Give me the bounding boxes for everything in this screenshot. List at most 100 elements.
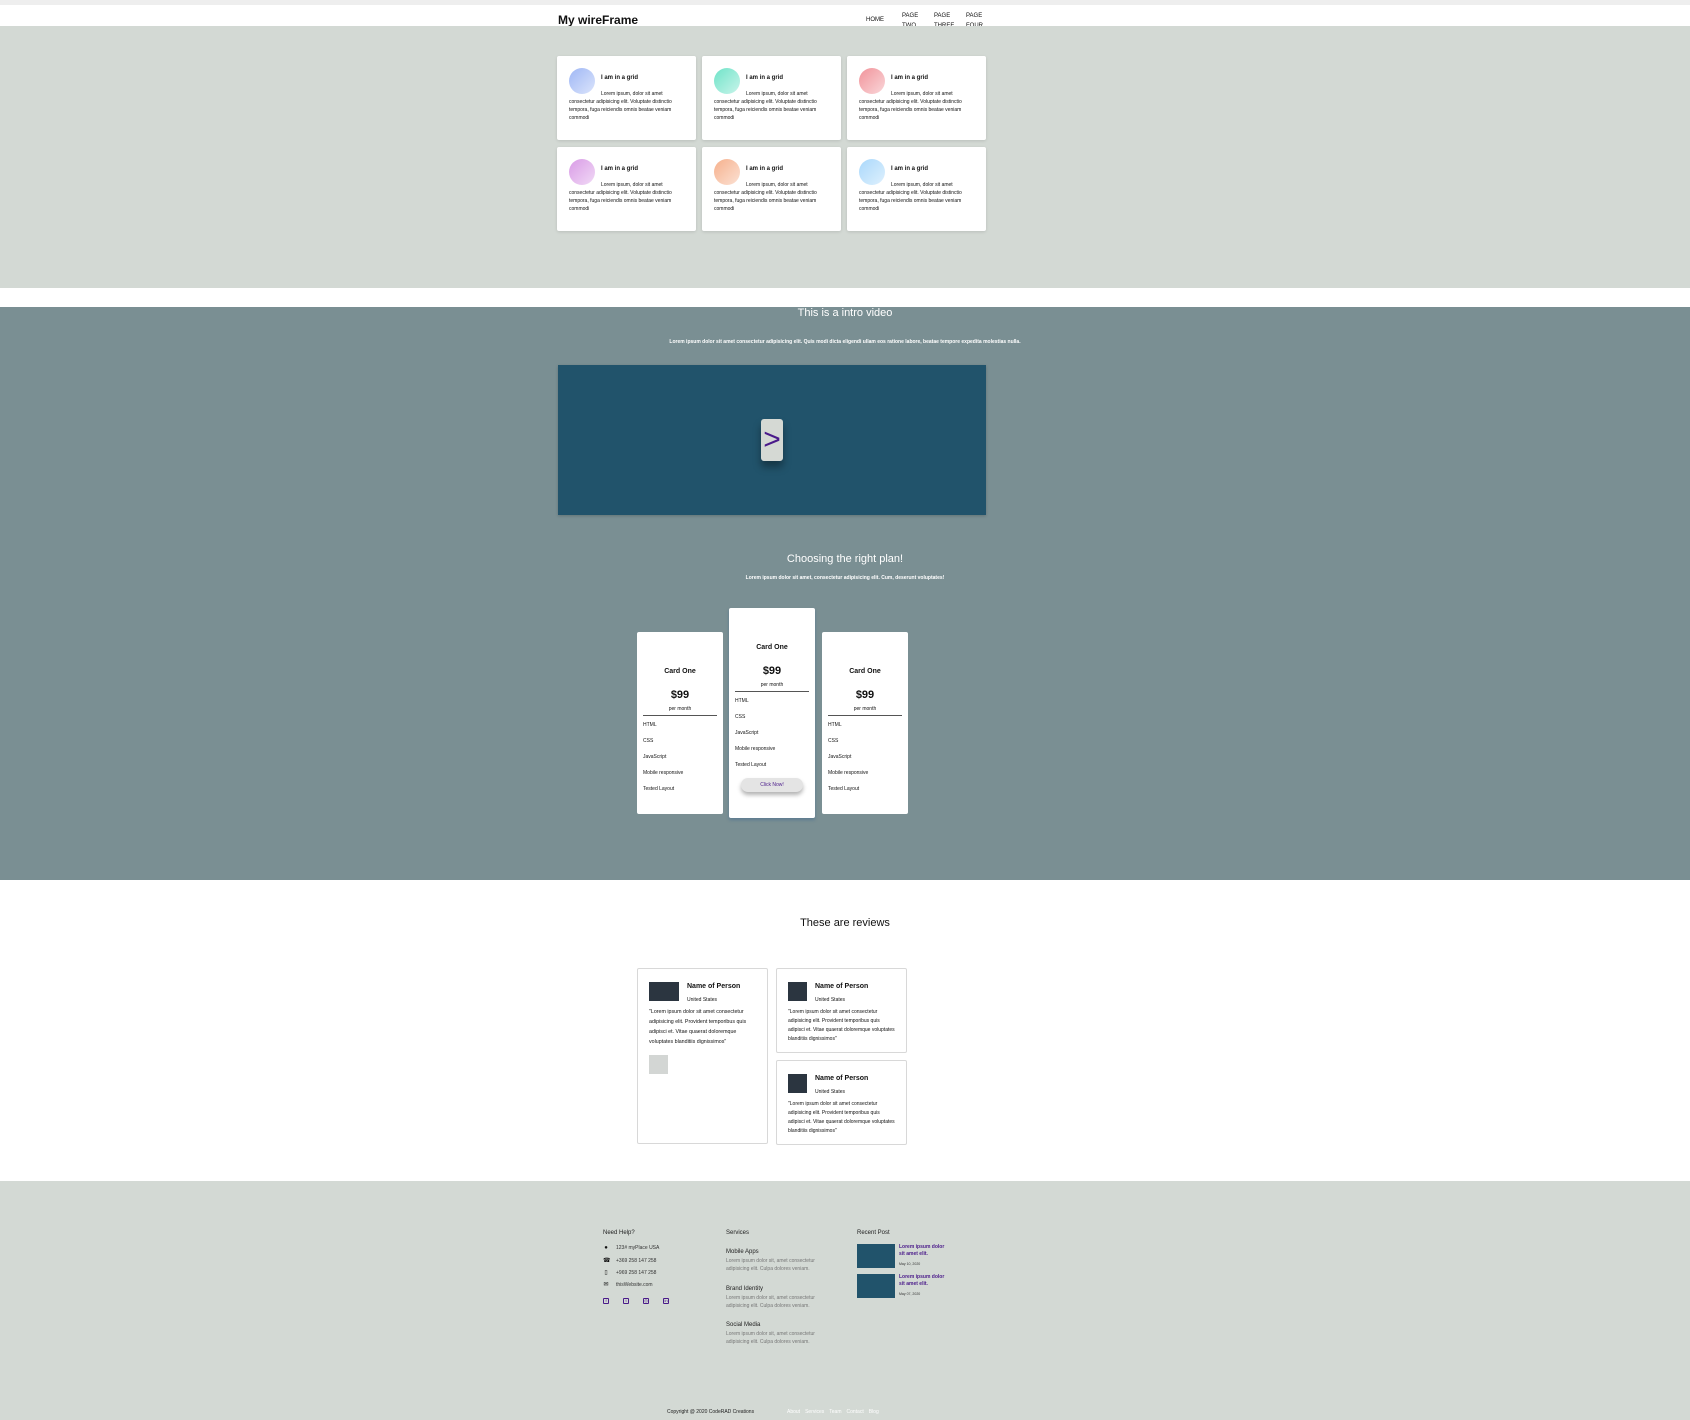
intro-video[interactable]: > bbox=[558, 365, 986, 515]
plan-price: $99 bbox=[855, 689, 875, 701]
grid-card-text: Lorem ipsum, dolor sit amet consectetur … bbox=[859, 91, 962, 121]
plan-price: $99 bbox=[762, 665, 782, 677]
footer-link-services[interactable]: Services bbox=[805, 1409, 824, 1415]
review-text: "Lorem ipsum dolor sit amet consectetur … bbox=[788, 1101, 895, 1134]
reviews-title: These are reviews bbox=[800, 917, 890, 929]
review-text: "Lorem ipsum dolor sit amet consectetur … bbox=[649, 1009, 747, 1045]
grid-card-text: Lorem ipsum, dolor sit amet consectetur … bbox=[714, 182, 817, 212]
feature-item: Tested Layout bbox=[735, 762, 767, 768]
divider bbox=[735, 691, 809, 692]
top-navbar: My wireFrame HOME PAGE TWO PAGE THREE PA… bbox=[0, 0, 1690, 29]
phone-row: ☎ +369 258 147 258 bbox=[603, 1258, 656, 1264]
plans-title: Choosing the right plan! bbox=[786, 553, 904, 565]
click-now-button[interactable]: Click Now! bbox=[741, 778, 803, 792]
feature-item: Mobile responsive bbox=[828, 770, 869, 776]
feature-item: HTML bbox=[643, 722, 657, 728]
facebook-icon[interactable]: f bbox=[603, 1298, 609, 1304]
feature-item: Tested Layout bbox=[828, 786, 860, 792]
grid-card: I am in a grid Lorem ipsum, dolor sit am… bbox=[847, 147, 986, 231]
post-image[interactable] bbox=[857, 1244, 895, 1268]
linkedin-icon[interactable]: in bbox=[663, 1298, 669, 1304]
reviewer-photo bbox=[788, 982, 807, 1001]
feature-item: Mobile responsive bbox=[643, 770, 684, 776]
feature-item: HTML bbox=[735, 698, 749, 704]
reviewer-location: United States bbox=[687, 997, 718, 1003]
divider bbox=[643, 715, 717, 716]
feature-item: JavaScript bbox=[828, 754, 852, 760]
grid-card-title: I am in a grid bbox=[891, 166, 929, 172]
footer-links: About Services Team Contact Blog bbox=[787, 1409, 879, 1415]
map-marker-icon: ● bbox=[604, 1245, 608, 1251]
reviewer-name: Name of Person bbox=[815, 983, 869, 990]
feature-list: HTML CSS JavaScript Mobile responsive Te… bbox=[828, 722, 868, 802]
feature-item: JavaScript bbox=[643, 754, 667, 760]
feature-item: CSS bbox=[643, 738, 654, 744]
play-button[interactable]: > bbox=[761, 419, 783, 461]
grid-card-title: I am in a grid bbox=[746, 166, 784, 172]
service-name: Social Media bbox=[726, 1322, 761, 1328]
post-image[interactable] bbox=[857, 1274, 895, 1298]
footer-link-contact[interactable]: Contact bbox=[847, 1409, 864, 1415]
post-link[interactable]: Lorem ipsum dolor sit amet elit. bbox=[899, 1244, 945, 1258]
video-pricing-section: This is a intro video Lorem ipsum dolor … bbox=[0, 307, 1690, 880]
brand-logo[interactable]: My wireFrame bbox=[558, 13, 638, 27]
feature-item: JavaScript bbox=[735, 730, 759, 736]
pricing-card-featured: Card One $99 per month HTML CSS JavaScri… bbox=[729, 608, 815, 818]
video-title: This is a intro video bbox=[797, 307, 893, 319]
footer-link-about[interactable]: About bbox=[787, 1409, 800, 1415]
email-text[interactable]: thisWebsite.com bbox=[616, 1282, 653, 1288]
help-title: Need Help? bbox=[603, 1230, 635, 1236]
twitter-icon[interactable]: t bbox=[623, 1298, 629, 1304]
card-grid: I am in a grid Lorem ipsum, dolor sit am… bbox=[557, 56, 986, 231]
service-text: Lorem ipsum dolor sit, amet consectetur … bbox=[726, 1331, 815, 1345]
feature-item: CSS bbox=[828, 738, 839, 744]
grid-card-title: I am in a grid bbox=[601, 166, 639, 172]
grid-card-title: I am in a grid bbox=[891, 75, 929, 81]
mobile-row: ▯ +969 258 147 258 bbox=[603, 1270, 656, 1276]
post-link[interactable]: Lorem ipsum dolor sit amet elit. bbox=[899, 1274, 945, 1288]
reviewer-photo bbox=[649, 982, 679, 1001]
phone-text: +369 258 147 258 bbox=[616, 1258, 657, 1264]
feature-item: HTML bbox=[828, 722, 842, 728]
footer-link-team[interactable]: Team bbox=[829, 1409, 841, 1415]
reviewer-location: United States bbox=[815, 1089, 846, 1095]
feature-item: Tested Layout bbox=[643, 786, 675, 792]
grid-card-title: I am in a grid bbox=[601, 75, 639, 81]
footer-link-blog[interactable]: Blog bbox=[869, 1409, 879, 1415]
reviewer-photo bbox=[788, 1074, 807, 1093]
review-card: Name of Person United States "Lorem ipsu… bbox=[637, 968, 768, 1144]
feature-item: Mobile responsive bbox=[735, 746, 776, 752]
mobile-text: +969 258 147 258 bbox=[616, 1270, 657, 1276]
post-date: May 10, 2020 bbox=[899, 1262, 921, 1266]
grid-card-text: Lorem ipsum, dolor sit amet consectetur … bbox=[859, 182, 962, 212]
social-links: f t ◎ in bbox=[603, 1298, 669, 1304]
video-subtitle: Lorem ipsum dolor sit amet consectetur a… bbox=[669, 339, 1021, 345]
service-text: Lorem ipsum dolor sit, amet consectetur … bbox=[726, 1258, 815, 1272]
review-card: Name of Person United States "Lorem ipsu… bbox=[776, 1060, 907, 1145]
grid-card: I am in a grid Lorem ipsum, dolor sit am… bbox=[702, 147, 841, 231]
plans-subtitle: Lorem ipsum dolor sit amet, consectetur … bbox=[745, 575, 945, 581]
reviewer-location: United States bbox=[815, 997, 846, 1003]
service-name: Mobile Apps bbox=[726, 1249, 759, 1255]
footer: Need Help? ● 123# myPlace USA ☎ +369 258… bbox=[0, 1181, 1690, 1420]
pricing-card: Card One $99 per month HTML CSS JavaScri… bbox=[822, 632, 908, 814]
copyright-text: Copyright @ 2020 CodeRAD Creations bbox=[667, 1409, 755, 1415]
plan-period: per month bbox=[853, 706, 877, 712]
grid-card: I am in a grid Lorem ipsum, dolor sit am… bbox=[847, 56, 986, 140]
grid-card-title: I am in a grid bbox=[746, 75, 784, 81]
grid-card: I am in a grid Lorem ipsum, dolor sit am… bbox=[557, 56, 696, 140]
pricing-card: Card One $99 per month HTML CSS JavaScri… bbox=[637, 632, 723, 814]
plan-period: per month bbox=[668, 706, 692, 712]
feature-item: CSS bbox=[735, 714, 746, 720]
grid-section: I am in a grid Lorem ipsum, dolor sit am… bbox=[0, 26, 1690, 288]
instagram-icon[interactable]: ◎ bbox=[643, 1298, 649, 1304]
service-name: Brand Identity bbox=[726, 1286, 764, 1292]
grid-card: I am in a grid Lorem ipsum, dolor sit am… bbox=[702, 56, 841, 140]
review-thumbnail bbox=[649, 1055, 668, 1074]
grid-card-text: Lorem ipsum, dolor sit amet consectetur … bbox=[569, 182, 672, 212]
services-title: Services bbox=[726, 1230, 750, 1236]
grid-card-text: Lorem ipsum, dolor sit amet consectetur … bbox=[569, 91, 672, 121]
grid-card-text: Lorem ipsum, dolor sit amet consectetur … bbox=[714, 91, 817, 121]
phone-icon: ☎ bbox=[603, 1258, 611, 1264]
reviewer-name: Name of Person bbox=[815, 1075, 869, 1082]
